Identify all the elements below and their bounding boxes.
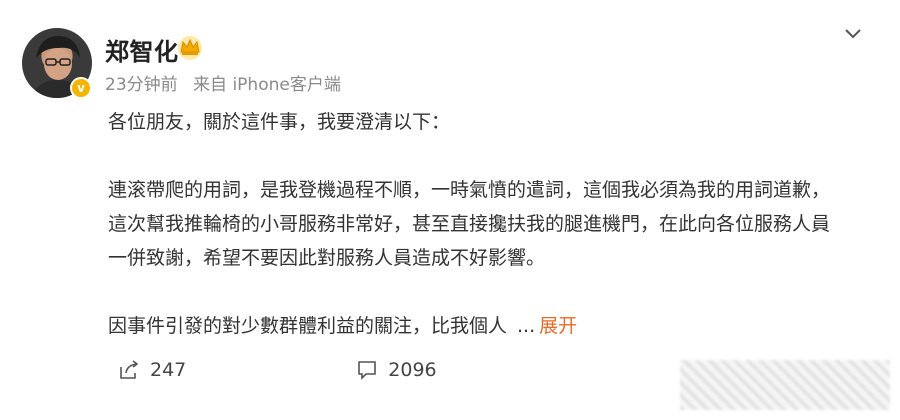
crown-icon <box>178 36 202 60</box>
comment-button[interactable]: 2096 <box>356 359 437 381</box>
comment-icon <box>358 361 377 380</box>
post-paragraph-3: 因事件引發的對少數群體利益的關注，比我個人... 展开 <box>108 309 848 343</box>
post-paragraph-1: 各位朋友，關於這件事，我要澄清以下： <box>108 111 451 133</box>
action-bar: 247 2096 <box>118 355 437 385</box>
expand-link[interactable]: 展开 <box>539 315 577 337</box>
post-body: 各位朋友，關於這件事，我要澄清以下： 連滚帶爬的用詞，是我登機過程不順，一時氣憤… <box>108 105 848 343</box>
post-paragraph-2: 連滚帶爬的用詞，是我登機過程不順，一時氣憤的遣詞，這個我必須為我的用詞道歉，這次… <box>108 179 831 269</box>
post-meta: 23分钟前 来自 iPhone客户端 <box>105 70 341 95</box>
post-time[interactable]: 23分钟前 <box>105 75 178 95</box>
post-paragraph-3-text: 因事件引發的對少數群體利益的關注，比我個人 <box>108 315 508 337</box>
author-name[interactable]: 郑智化 <box>105 32 179 67</box>
ellipsis: ... <box>517 315 536 337</box>
share-button[interactable]: 247 <box>118 359 186 381</box>
blurred-watermark <box>680 360 890 410</box>
verified-badge-icon: v <box>70 77 92 99</box>
share-count: 247 <box>150 359 187 381</box>
post-source: 来自 iPhone客户端 <box>193 75 341 95</box>
weibo-post-card: v 郑智化 23分钟前 来自 iPhone客户端 各位朋友，關於這件事，我要澄清… <box>0 0 900 420</box>
comment-count: 2096 <box>388 359 437 381</box>
share-icon <box>120 360 139 379</box>
chevron-down-icon[interactable] <box>842 22 864 44</box>
